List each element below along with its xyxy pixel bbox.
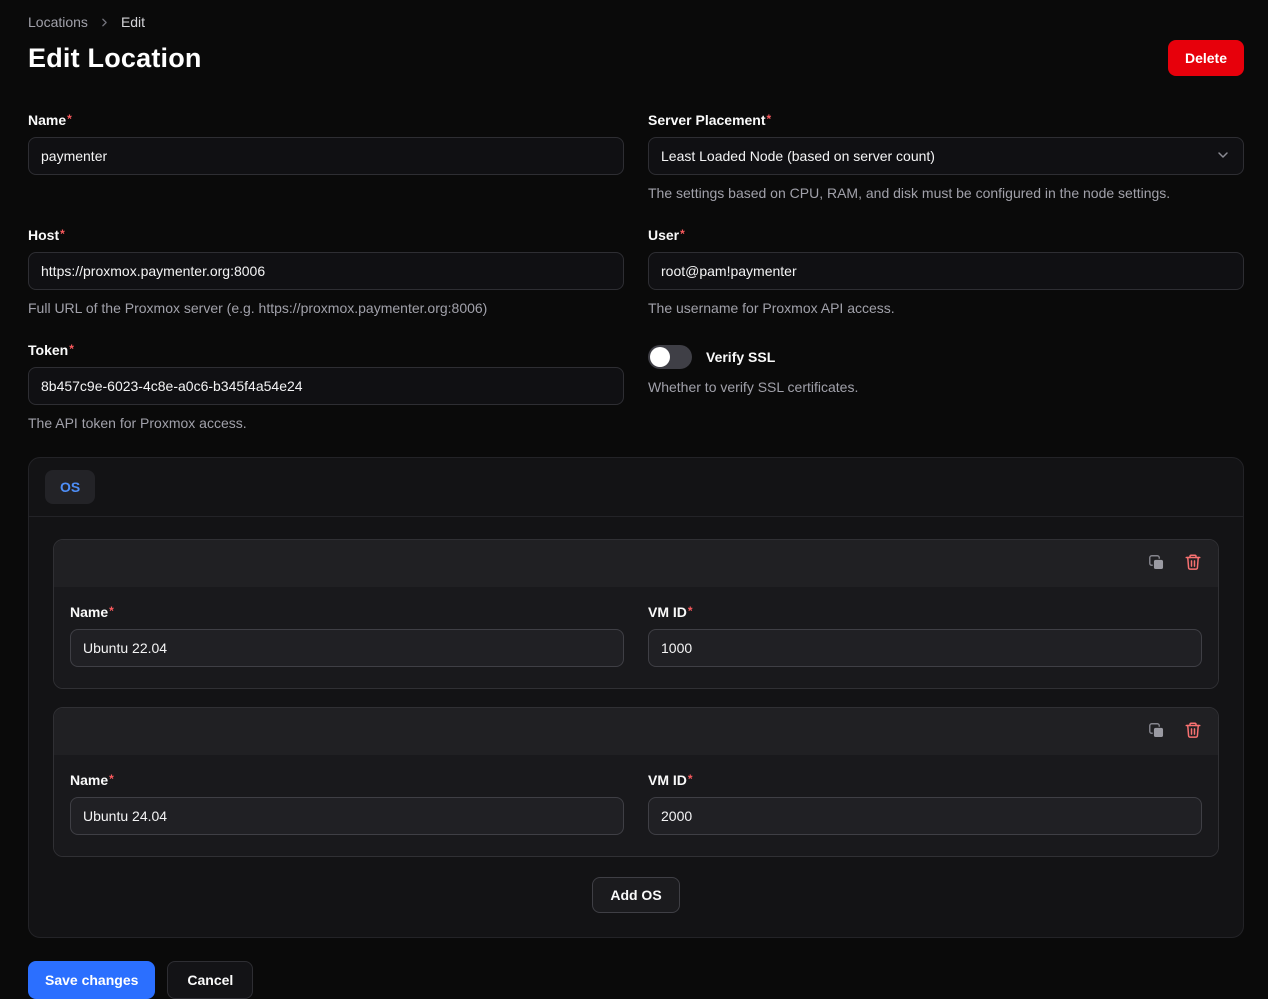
os-tab-row: OS <box>29 458 1243 516</box>
os-card-toolbar <box>54 540 1218 587</box>
os-section-body: Name* VM ID* <box>29 517 1243 937</box>
field-os-vmid: VM ID* <box>648 772 1202 835</box>
required-marker: * <box>109 604 114 618</box>
tab-os[interactable]: OS <box>45 470 95 504</box>
field-user: User* The username for Proxmox API acces… <box>648 227 1244 316</box>
token-label: Token* <box>28 342 624 358</box>
copy-icon <box>1147 721 1166 743</box>
os-entry-card: Name* VM ID* <box>53 539 1219 689</box>
required-marker: * <box>60 227 65 241</box>
verify-ssl-toggle[interactable] <box>648 345 692 369</box>
duplicate-os-button[interactable] <box>1147 553 1166 575</box>
os-section: OS <box>28 457 1244 938</box>
cancel-button[interactable]: Cancel <box>167 961 253 999</box>
required-marker: * <box>688 604 693 618</box>
field-os-vmid: VM ID* <box>648 604 1202 667</box>
duplicate-os-button[interactable] <box>1147 721 1166 743</box>
host-label: Host* <box>28 227 624 243</box>
server-placement-select[interactable]: Least Loaded Node (based on server count… <box>648 137 1244 175</box>
required-marker: * <box>109 772 114 786</box>
os-name-input[interactable] <box>70 629 624 667</box>
field-server-placement: Server Placement* Least Loaded Node (bas… <box>648 112 1244 201</box>
os-name-input[interactable] <box>70 797 624 835</box>
name-label: Name* <box>28 112 624 128</box>
user-helper: The username for Proxmox API access. <box>648 300 1244 316</box>
required-marker: * <box>767 112 772 126</box>
trash-icon <box>1184 721 1202 742</box>
token-input[interactable] <box>28 367 624 405</box>
save-changes-button[interactable]: Save changes <box>28 961 155 999</box>
page-title: Edit Location <box>28 43 202 74</box>
trash-icon <box>1184 553 1202 574</box>
os-name-label: Name* <box>70 604 624 620</box>
form-actions: Save changes Cancel <box>28 961 1244 999</box>
field-verify-ssl: Verify SSL Whether to verify SSL certifi… <box>648 342 1244 395</box>
os-card-fields: Name* VM ID* <box>54 755 1218 856</box>
os-vmid-label: VM ID* <box>648 772 1202 788</box>
token-helper: The API token for Proxmox access. <box>28 415 624 431</box>
os-card-toolbar <box>54 708 1218 755</box>
verify-ssl-helper: Whether to verify SSL certificates. <box>648 379 1244 395</box>
os-card-fields: Name* VM ID* <box>54 587 1218 688</box>
toggle-knob <box>650 347 670 367</box>
user-input[interactable] <box>648 252 1244 290</box>
field-os-name: Name* <box>70 604 624 667</box>
breadcrumb-locations[interactable]: Locations <box>28 14 88 30</box>
host-helper: Full URL of the Proxmox server (e.g. htt… <box>28 300 624 316</box>
os-name-label: Name* <box>70 772 624 788</box>
verify-ssl-label: Verify SSL <box>706 349 775 365</box>
name-input[interactable] <box>28 137 624 175</box>
add-os-button[interactable]: Add OS <box>592 877 679 913</box>
os-vmid-input[interactable] <box>648 797 1202 835</box>
field-name: Name* <box>28 112 624 175</box>
os-vmid-label: VM ID* <box>648 604 1202 620</box>
page-header: Edit Location Delete <box>28 40 1244 76</box>
location-form: Name* Server Placement* Least Loaded Nod… <box>28 112 1244 431</box>
field-token: Token* The API token for Proxmox access. <box>28 342 624 431</box>
required-marker: * <box>67 112 72 126</box>
server-placement-selected-value: Least Loaded Node (based on server count… <box>661 148 935 164</box>
required-marker: * <box>69 342 74 356</box>
required-marker: * <box>688 772 693 786</box>
field-os-name: Name* <box>70 772 624 835</box>
server-placement-helper: The settings based on CPU, RAM, and disk… <box>648 185 1244 201</box>
chevron-down-icon <box>1215 147 1231 166</box>
breadcrumb-edit: Edit <box>121 14 145 30</box>
host-input[interactable] <box>28 252 624 290</box>
chevron-right-icon <box>98 16 111 29</box>
breadcrumb: Locations Edit <box>28 14 1244 30</box>
remove-os-button[interactable] <box>1184 553 1202 574</box>
user-label: User* <box>648 227 1244 243</box>
field-host: Host* Full URL of the Proxmox server (e.… <box>28 227 624 316</box>
os-vmid-input[interactable] <box>648 629 1202 667</box>
server-placement-label: Server Placement* <box>648 112 1244 128</box>
required-marker: * <box>680 227 685 241</box>
delete-button[interactable]: Delete <box>1168 40 1244 76</box>
copy-icon <box>1147 553 1166 575</box>
edit-location-page: Locations Edit Edit Location Delete Name… <box>0 0 1268 999</box>
remove-os-button[interactable] <box>1184 721 1202 742</box>
os-entry-card: Name* VM ID* <box>53 707 1219 857</box>
